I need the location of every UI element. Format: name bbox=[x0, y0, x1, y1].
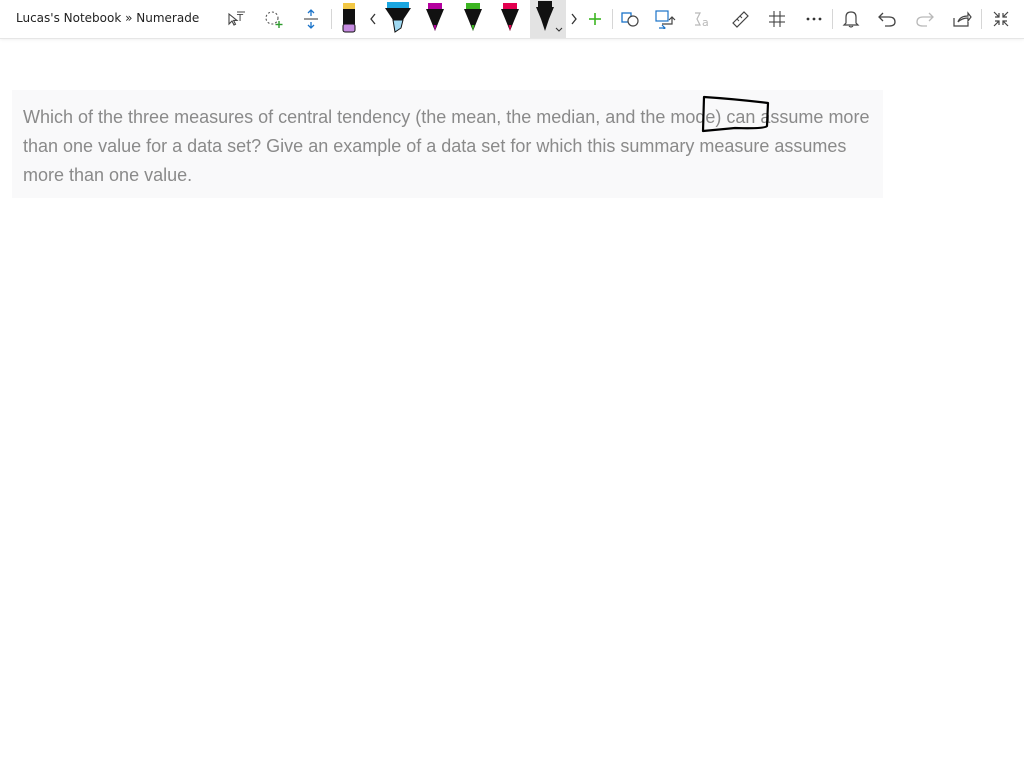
toolbar-divider bbox=[981, 9, 982, 29]
ink-convert-icon[interactable] bbox=[653, 0, 677, 38]
math-icon[interactable]: a bbox=[691, 0, 715, 38]
share-icon[interactable] bbox=[950, 0, 974, 38]
pen-icon[interactable] bbox=[460, 0, 486, 38]
svg-text:T: T bbox=[236, 13, 244, 24]
question-text[interactable]: Which of the three measures of central t… bbox=[23, 103, 879, 190]
grid-icon[interactable] bbox=[765, 0, 789, 38]
ruler-icon[interactable] bbox=[728, 0, 752, 38]
pen-icon[interactable] bbox=[497, 0, 523, 38]
redo-icon[interactable] bbox=[913, 0, 937, 38]
chevron-right-icon[interactable] bbox=[566, 0, 582, 38]
toolbar-divider bbox=[832, 9, 833, 29]
note-text-block[interactable]: Which of the three measures of central t… bbox=[12, 90, 883, 198]
add-space-icon[interactable] bbox=[300, 0, 322, 38]
toolbar: Lucas's Notebook » Numerade T a bbox=[0, 0, 1024, 39]
highlighter-icon[interactable] bbox=[382, 0, 414, 38]
toolbar-divider bbox=[612, 9, 613, 29]
lasso-add-icon[interactable] bbox=[262, 0, 286, 38]
chevron-left-icon[interactable] bbox=[365, 0, 381, 38]
text-select-icon[interactable]: T bbox=[224, 0, 248, 38]
svg-text:a: a bbox=[702, 16, 709, 29]
undo-icon[interactable] bbox=[875, 0, 899, 38]
toolbar-divider bbox=[331, 9, 332, 29]
window-title: Lucas's Notebook » Numerade bbox=[16, 11, 200, 25]
collapse-icon[interactable] bbox=[989, 0, 1013, 38]
bell-icon[interactable] bbox=[839, 0, 863, 38]
plus-icon[interactable] bbox=[584, 0, 606, 38]
eraser-icon[interactable] bbox=[338, 0, 360, 38]
more-icon[interactable] bbox=[802, 0, 826, 38]
shapes-icon[interactable] bbox=[618, 0, 642, 38]
pen-icon[interactable] bbox=[530, 0, 566, 38]
pen-icon[interactable] bbox=[422, 0, 448, 38]
